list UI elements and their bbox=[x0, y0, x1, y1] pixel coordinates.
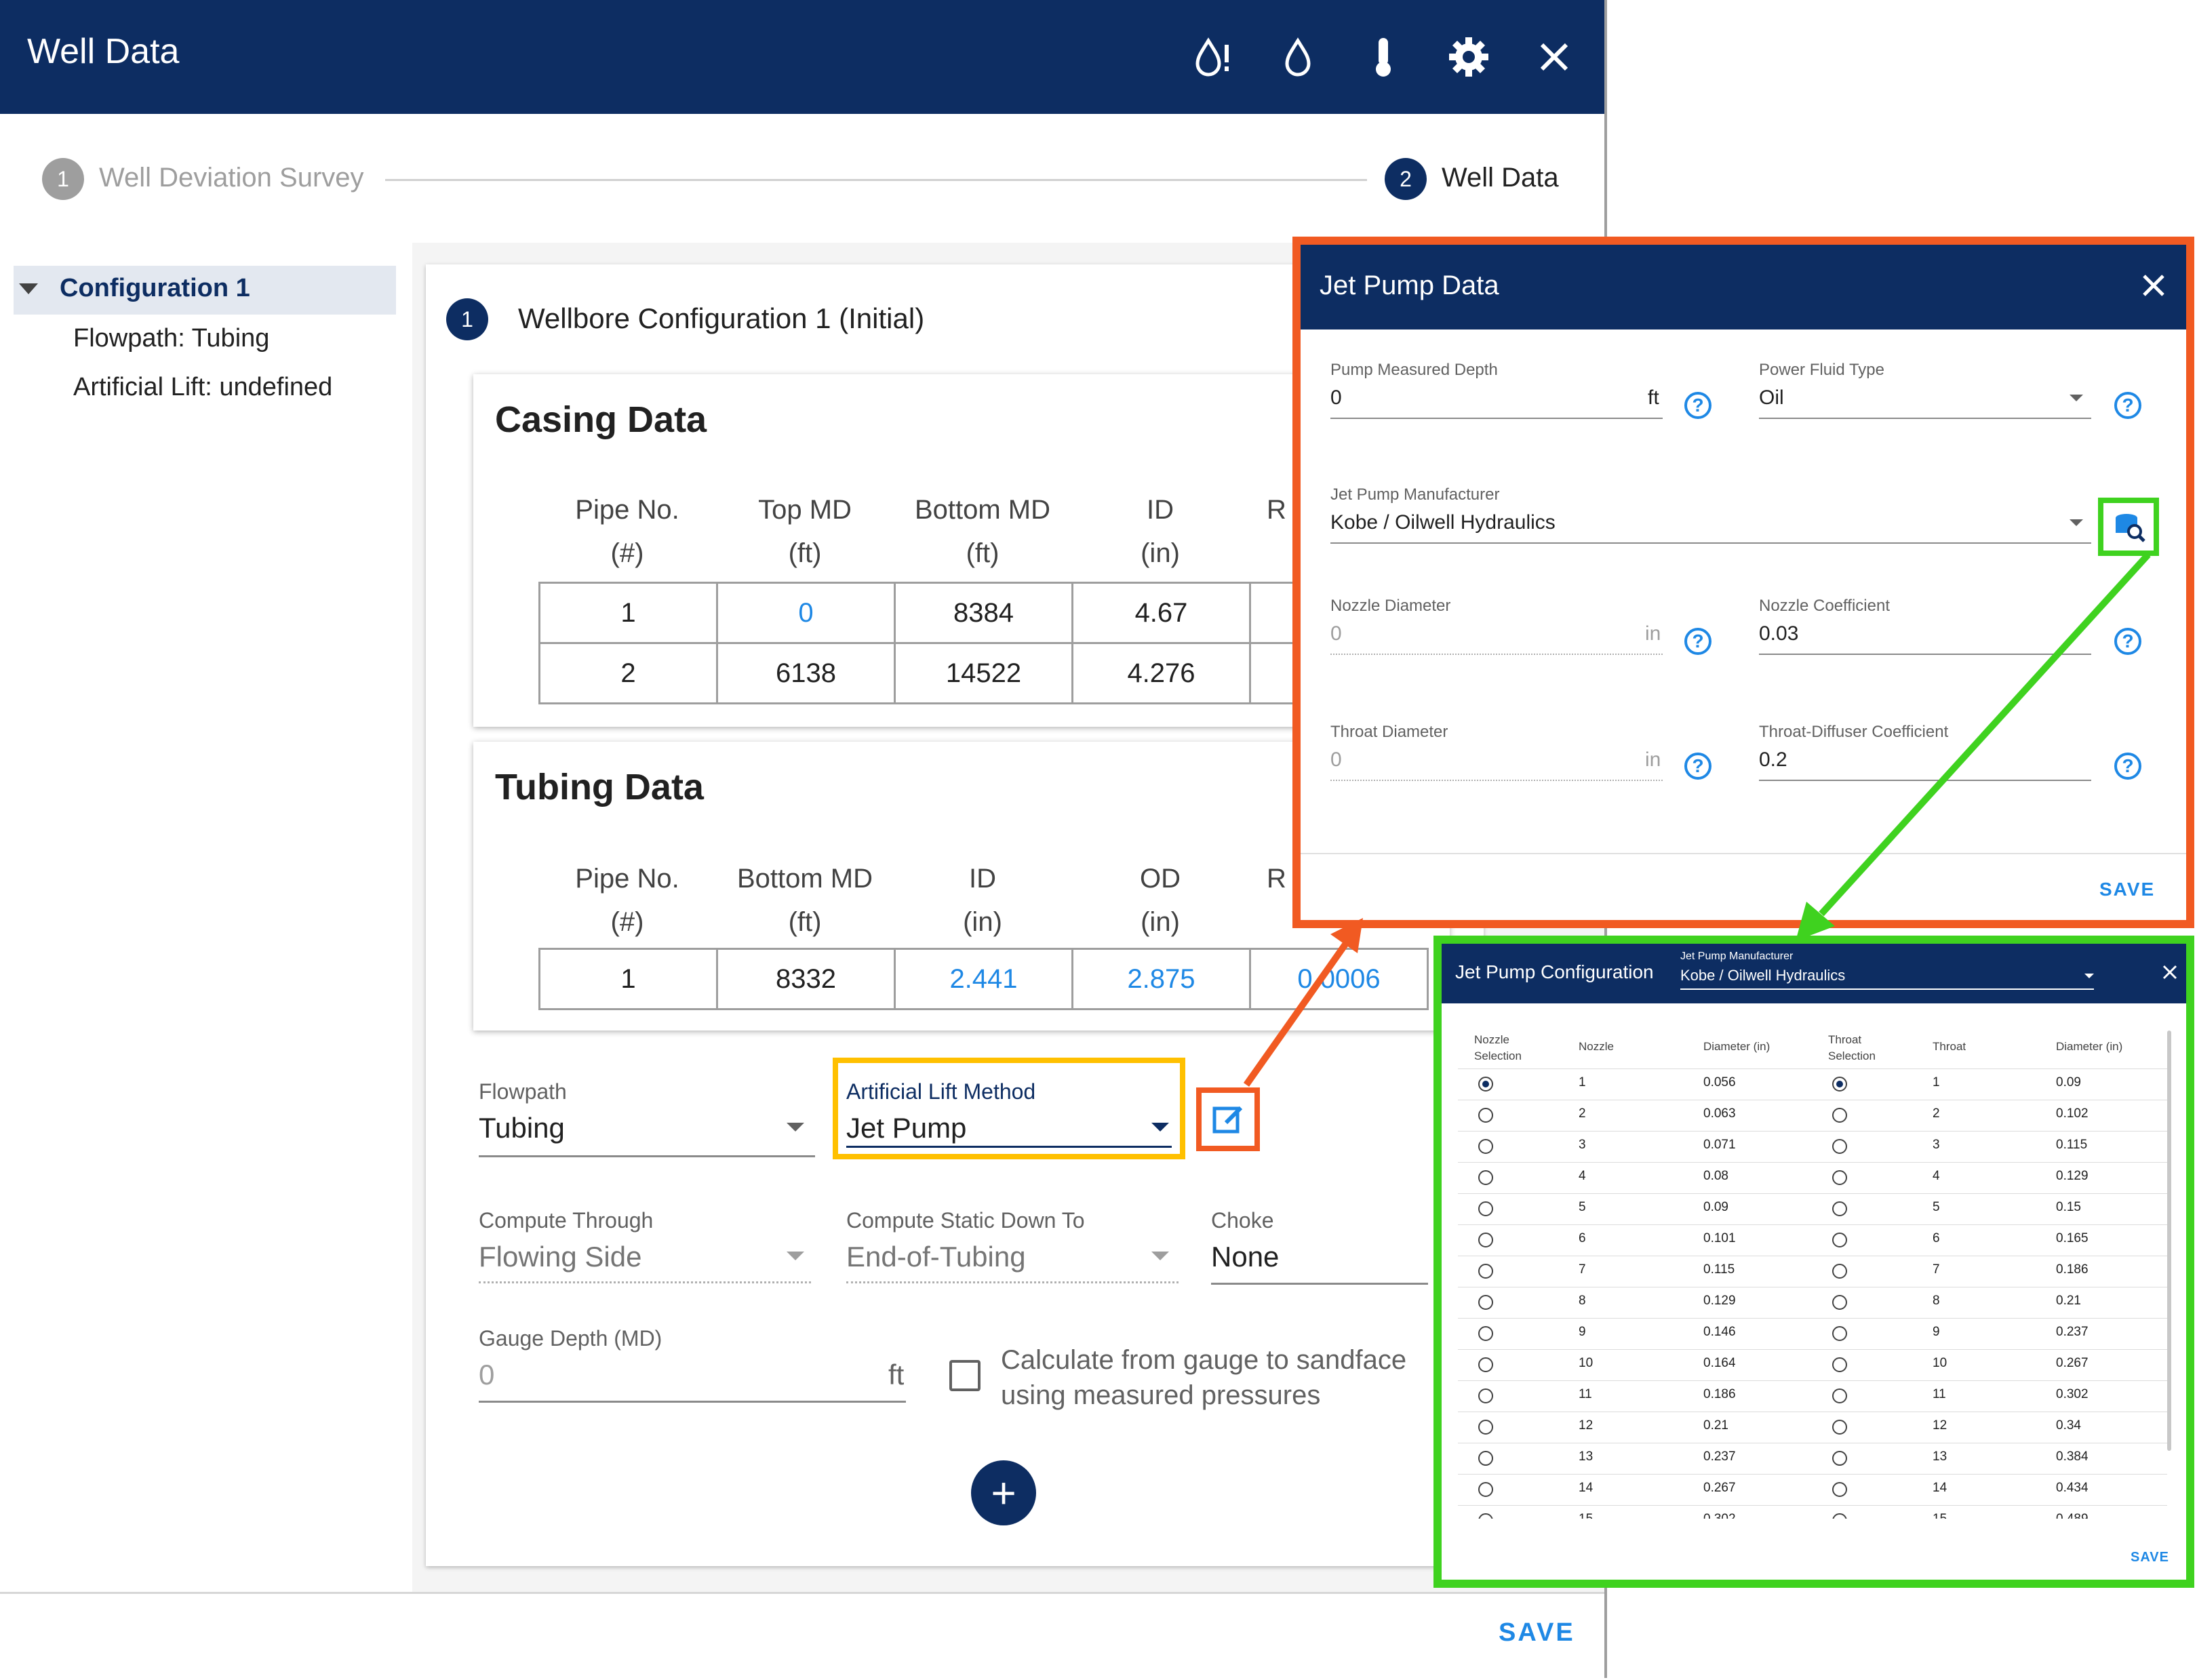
callout-arrows bbox=[1243, 552, 2151, 1087]
green-callout-arrow bbox=[1796, 552, 2151, 941]
orange-callout-arrow bbox=[1243, 918, 1363, 1087]
